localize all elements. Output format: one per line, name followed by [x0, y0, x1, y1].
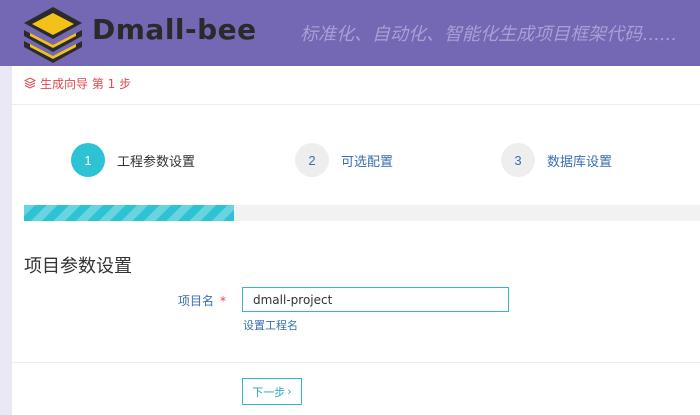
project-name-label: 项目名 *	[178, 292, 226, 309]
brand-name: Dmall-bee	[92, 13, 257, 46]
next-step-label: 下一步	[252, 385, 286, 399]
step-label-2: 可选配置	[341, 154, 394, 170]
required-marker: *	[220, 294, 227, 308]
step-number-1: 1	[71, 143, 105, 177]
wizard-progress-bar	[24, 205, 700, 221]
breadcrumb-divider	[12, 104, 700, 105]
left-accent-strip	[0, 66, 12, 415]
wizard-step-3[interactable]: 3 数据库设置	[501, 143, 612, 177]
project-name-input[interactable]	[242, 287, 509, 312]
breadcrumb-text: 生成向导 第 1 步	[40, 76, 132, 91]
next-step-button[interactable]: 下一步 ›	[242, 378, 302, 405]
wizard-progress-fill	[24, 205, 234, 221]
wizard-step-1[interactable]: 1 工程参数设置	[71, 143, 195, 177]
chevron-right-icon: ›	[287, 385, 292, 398]
stacked-layers-logo	[24, 7, 82, 63]
section-title: 项目参数设置	[24, 256, 132, 277]
wizard-step-2[interactable]: 2 可选配置	[295, 143, 393, 177]
form-divider	[12, 362, 700, 363]
project-name-label-text: 项目名	[178, 294, 215, 308]
step-label-1: 工程参数设置	[117, 154, 196, 170]
app-header: Dmall-bee 标准化、自动化、智能化生成项目框架代码......	[0, 0, 700, 66]
step-label-3: 数据库设置	[547, 154, 613, 170]
step-number-3: 3	[501, 143, 535, 177]
breadcrumb: 生成向导 第 1 步	[24, 74, 131, 92]
page: Dmall-bee 标准化、自动化、智能化生成项目框架代码...... 生成向导…	[0, 0, 700, 415]
layers-icon	[24, 77, 36, 89]
step-number-2: 2	[295, 143, 329, 177]
header-slogan: 标准化、自动化、智能化生成项目框架代码......	[300, 24, 677, 45]
project-name-hint: 设置工程名	[243, 319, 298, 332]
